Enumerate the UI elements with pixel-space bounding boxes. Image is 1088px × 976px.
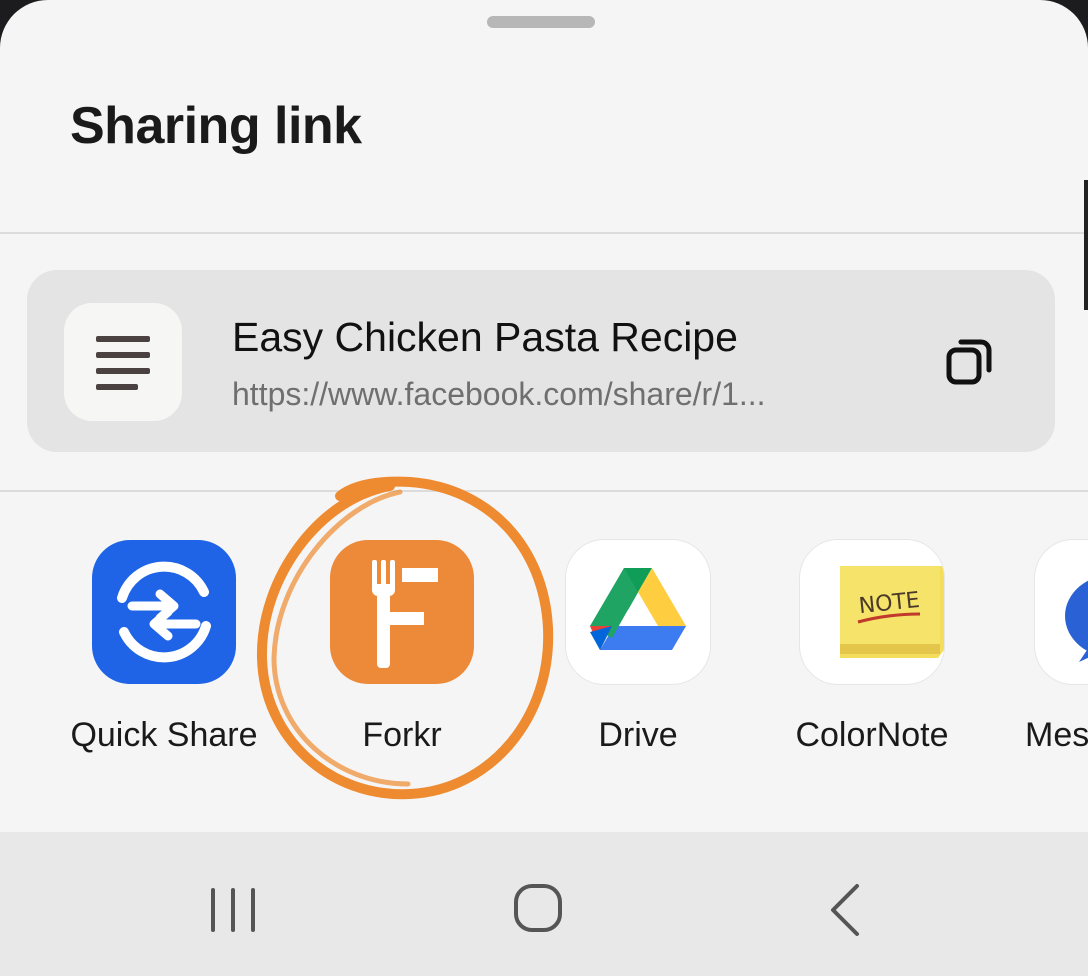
app-messages[interactable]: Mes [1010,540,1088,760]
app-colornote[interactable]: NOTE ColorNote [775,540,965,760]
divider [0,232,1088,234]
app-label: Quick Share [70,716,258,754]
app-label: ColorNote [795,716,949,754]
link-title: Easy Chicken Pasta Recipe [232,314,738,360]
app-forkr[interactable]: Forkr [305,540,495,760]
document-icon [64,303,182,421]
link-preview-card[interactable]: Easy Chicken Pasta Recipe https://www.fa… [27,270,1055,452]
app-quick-share[interactable]: Quick Share [67,540,258,760]
app-label: Forkr [362,716,442,754]
app-label: Drive [598,716,678,754]
background-edge [1084,180,1088,310]
drag-handle[interactable] [487,16,595,28]
quick-share-icon [92,540,236,684]
home-icon[interactable] [498,872,578,942]
navigation-bar [0,832,1088,976]
sheet-title: Sharing link [70,97,362,155]
recent-apps-icon[interactable] [193,872,273,942]
divider [0,490,1088,492]
forkr-icon [330,540,474,684]
copy-icon[interactable] [939,330,999,390]
app-label: Mes [1025,716,1088,754]
share-sheet: Sharing link Easy Chicken Pasta Recipe h… [0,0,1088,976]
colornote-icon: NOTE [800,540,944,684]
app-drive[interactable]: Drive [541,540,731,760]
link-url: https://www.facebook.com/share/r/1... [232,376,766,412]
back-icon[interactable] [805,872,885,942]
messages-icon [1035,540,1088,684]
google-drive-icon [566,540,710,684]
